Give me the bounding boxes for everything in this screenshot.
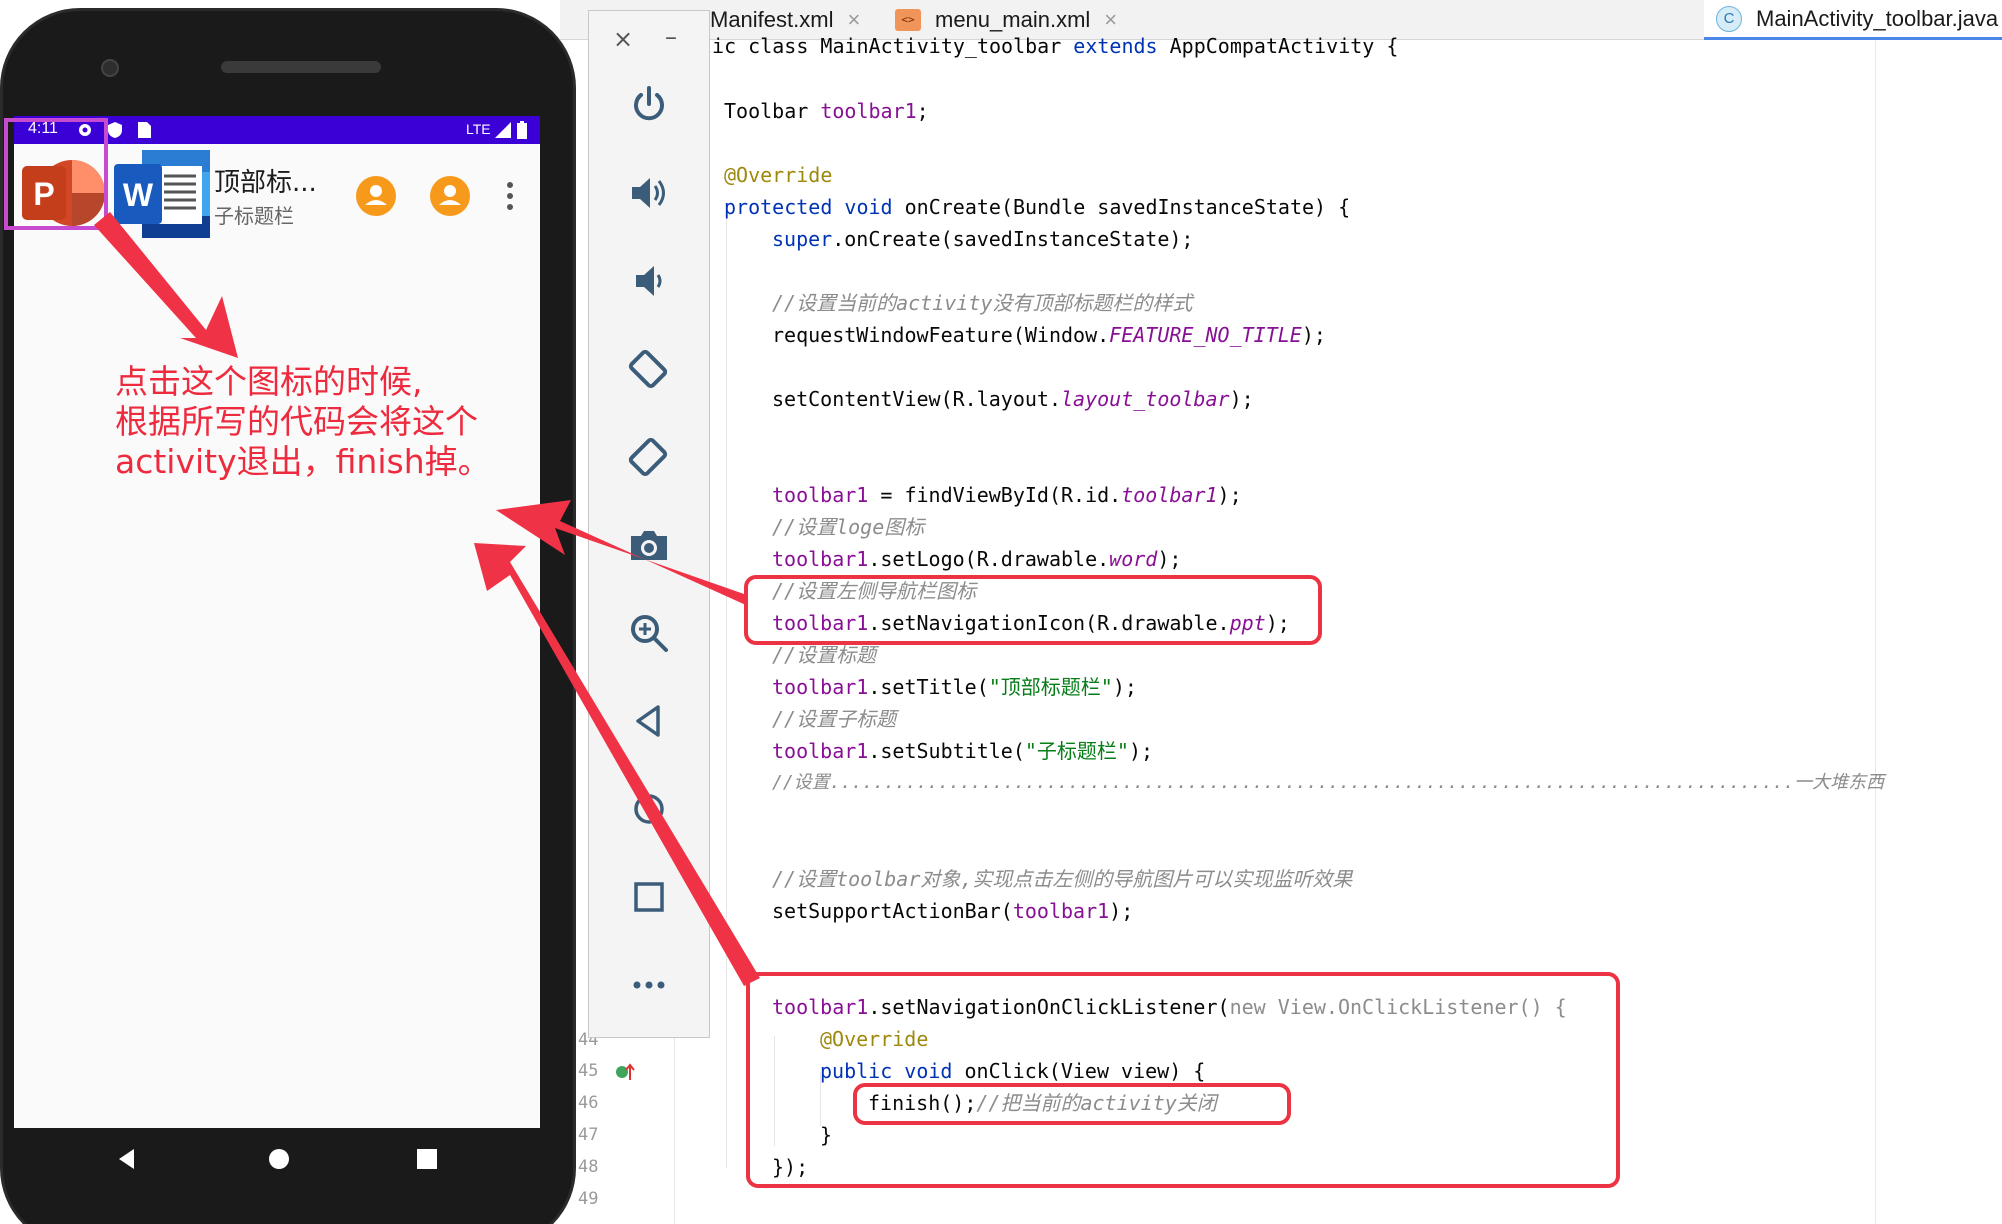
more-button[interactable]	[619, 955, 679, 1015]
volume-down-icon	[636, 266, 662, 296]
rotate-right-icon	[628, 437, 668, 477]
highlight-navigation-icon	[4, 118, 108, 230]
highlight-finish-call	[853, 1083, 1291, 1125]
annotation-line: activity退出，finish掉。	[115, 442, 491, 481]
close-icon[interactable]: ×	[613, 25, 633, 53]
code-line: setSupportActionBar(toolbar1);	[772, 899, 1134, 923]
toolbar-title: 顶部标...	[214, 168, 317, 198]
screen-root: Manifest.xml × <> menu_main.xml × C Main…	[0, 0, 2002, 1224]
tab-label: MainActivity_toolbar.java	[1756, 5, 1999, 31]
code-comment: //设置当前的activity没有顶部标题栏的样式	[772, 291, 1193, 315]
zoom-icon	[631, 615, 668, 652]
toolbar-logo: W	[112, 148, 212, 240]
code-line: super.onCreate(savedInstanceState);	[772, 227, 1194, 251]
toolbar-subtitle: 子标题栏	[214, 204, 294, 228]
phone-screen: 4:11 LTE P W 顶部标... 子标题栏	[14, 116, 540, 1128]
code-line: toolbar1.setLogo(R.drawable.word);	[772, 547, 1182, 571]
code-line: toolbar1.setSubtitle("子标题栏");	[772, 739, 1154, 763]
annotation-line: 根据所写的代码会将这个	[115, 402, 478, 441]
code-line: toolbar1 = findViewById(R.id.toolbar1);	[772, 483, 1242, 507]
overview-button[interactable]	[619, 867, 679, 927]
xml-file-icon: <>	[895, 9, 921, 31]
network-type: LTE	[466, 121, 491, 137]
volume-down-button[interactable]	[619, 251, 679, 311]
override-marker-icon[interactable]	[614, 1060, 638, 1084]
line-number: 45	[578, 1061, 599, 1081]
word-letter: W	[123, 177, 154, 213]
menu-action-button[interactable]	[430, 176, 470, 216]
back-icon	[636, 705, 660, 737]
sim-card-icon	[138, 122, 151, 138]
back-icon[interactable]	[114, 1146, 140, 1172]
camera-icon	[631, 531, 667, 560]
word-icon: W	[114, 150, 210, 238]
power-icon	[634, 86, 664, 121]
shield-icon	[108, 122, 122, 138]
more-vert-icon	[507, 182, 513, 210]
annotation-note: 点击这个图标的时候, 根据所写的代码会将这个 activity退出，finish…	[115, 362, 555, 482]
highlight-click-listener	[746, 972, 1620, 1188]
more-icon	[633, 981, 665, 989]
rotate-left-icon	[628, 349, 668, 389]
code-line: protected void onCreate(Bundle savedInst…	[724, 195, 1351, 219]
zoom-button[interactable]	[619, 603, 679, 663]
home-button[interactable]	[619, 779, 679, 839]
screenshot-button[interactable]	[619, 515, 679, 575]
back-button[interactable]	[619, 691, 679, 751]
overflow-menu-button[interactable]	[502, 178, 518, 214]
code-line: lic class MainActivity_toolbar extends A…	[700, 34, 1399, 58]
overview-icon	[634, 882, 664, 912]
code-comment: //设置子标题	[772, 707, 897, 731]
line-number: 46	[578, 1093, 599, 1113]
emulator-toolbar: × –	[588, 10, 710, 1038]
code-comment: //设置toolbar对象,实现点击左侧的导航图片可以实现监听效果	[772, 867, 1353, 891]
rotate-left-button[interactable]	[619, 339, 679, 399]
code-comment: //设置loge图标	[772, 515, 925, 539]
code-line: requestWindowFeature(Window.FEATURE_NO_T…	[772, 323, 1326, 347]
code-line: Toolbar toolbar1;	[724, 99, 929, 123]
line-number: 48	[578, 1157, 599, 1177]
minimize-icon[interactable]: –	[665, 23, 677, 51]
indent-guide	[726, 208, 727, 1168]
code-line: setContentView(R.layout.layout_toolbar);	[772, 387, 1254, 411]
front-camera	[101, 59, 119, 77]
earpiece-speaker	[221, 61, 381, 73]
signal-icon	[495, 122, 511, 138]
volume-up-button[interactable]	[619, 163, 679, 223]
power-button[interactable]	[619, 75, 679, 135]
highlight-set-navigation-icon	[744, 575, 1322, 645]
java-class-icon: C	[1716, 5, 1742, 32]
person-icon	[439, 185, 461, 205]
overview-icon[interactable]	[414, 1146, 440, 1172]
rotate-right-button[interactable]	[619, 427, 679, 487]
code-line: toolbar1.setTitle("顶部标题栏");	[772, 675, 1137, 699]
line-number: 49	[578, 1189, 599, 1209]
line-number: 47	[578, 1125, 599, 1145]
person-icon	[365, 185, 387, 205]
annotation-line: 点击这个图标的时候,	[115, 362, 423, 401]
menu-action-button[interactable]	[356, 176, 396, 216]
home-icon	[634, 794, 664, 824]
battery-icon	[517, 121, 527, 139]
code-comment: //设置....................................…	[772, 772, 1885, 793]
code-line: @Override	[724, 163, 833, 187]
system-navigation-bar	[14, 1128, 540, 1188]
volume-up-icon	[632, 178, 665, 208]
home-icon[interactable]	[266, 1146, 292, 1172]
